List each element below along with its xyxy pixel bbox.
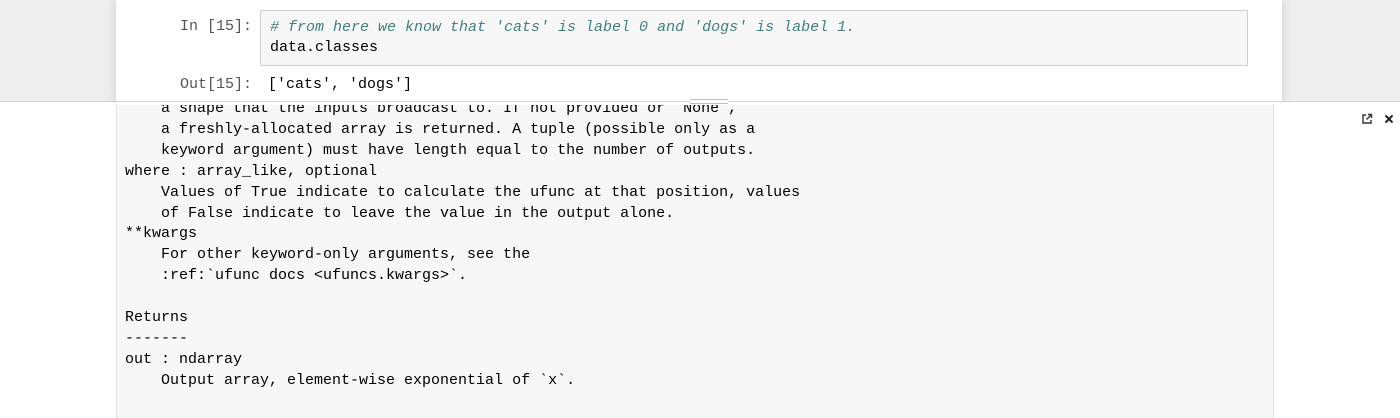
cell-output: ['cats', 'dogs'] — [268, 76, 413, 93]
close-icon-glyph — [1384, 114, 1394, 124]
doc-line: out : ndarray — [125, 350, 243, 368]
pager-resize-handle[interactable] — [690, 99, 728, 104]
doc-line: For other keyword-only arguments, see th… — [125, 246, 531, 264]
code-comment-line: # from here we know that 'cats' is label… — [270, 19, 856, 36]
input-prompt: In [15]: — [179, 18, 252, 35]
code-cell-input[interactable]: # from here we know that 'cats' is label… — [260, 10, 1248, 66]
doc-line: of False indicate to leave the value in … — [125, 204, 675, 222]
doc-line: :ref:`ufunc docs <ufuncs.kwargs>`. — [125, 267, 468, 285]
doc-line: keyword argument) must have length equal… — [125, 141, 756, 159]
doc-line: a freshly-allocated array is returned. A… — [125, 120, 756, 138]
code-statement-line: data.classes — [270, 39, 379, 56]
doc-line: ------- — [125, 329, 189, 347]
open-in-new-window-icon[interactable] — [1359, 111, 1375, 127]
doc-line: Output array, element-wise exponential o… — [125, 371, 576, 389]
output-prompt: Out[15]: — [179, 76, 252, 93]
doc-line: **kwargs — [125, 225, 198, 243]
doc-line: where : array_like, optional — [125, 162, 378, 180]
pager-contents[interactable]: a shape that the inputs broadcast to. If… — [116, 105, 1274, 418]
close-icon[interactable] — [1381, 111, 1397, 127]
docstring-text: a shape that the inputs broadcast to. If… — [125, 105, 800, 392]
help-pager: a shape that the inputs broadcast to. If… — [0, 105, 1400, 418]
doc-line: Values of True indicate to calculate the… — [125, 183, 801, 201]
jupyter-notebook-page: In [15]: # from here we know that 'cats'… — [0, 0, 1400, 418]
doc-line: Returns — [125, 309, 189, 327]
open-in-new-window-icon-glyph — [1362, 113, 1373, 124]
doc-line: a shape that the inputs broadcast to. If… — [125, 105, 738, 117]
